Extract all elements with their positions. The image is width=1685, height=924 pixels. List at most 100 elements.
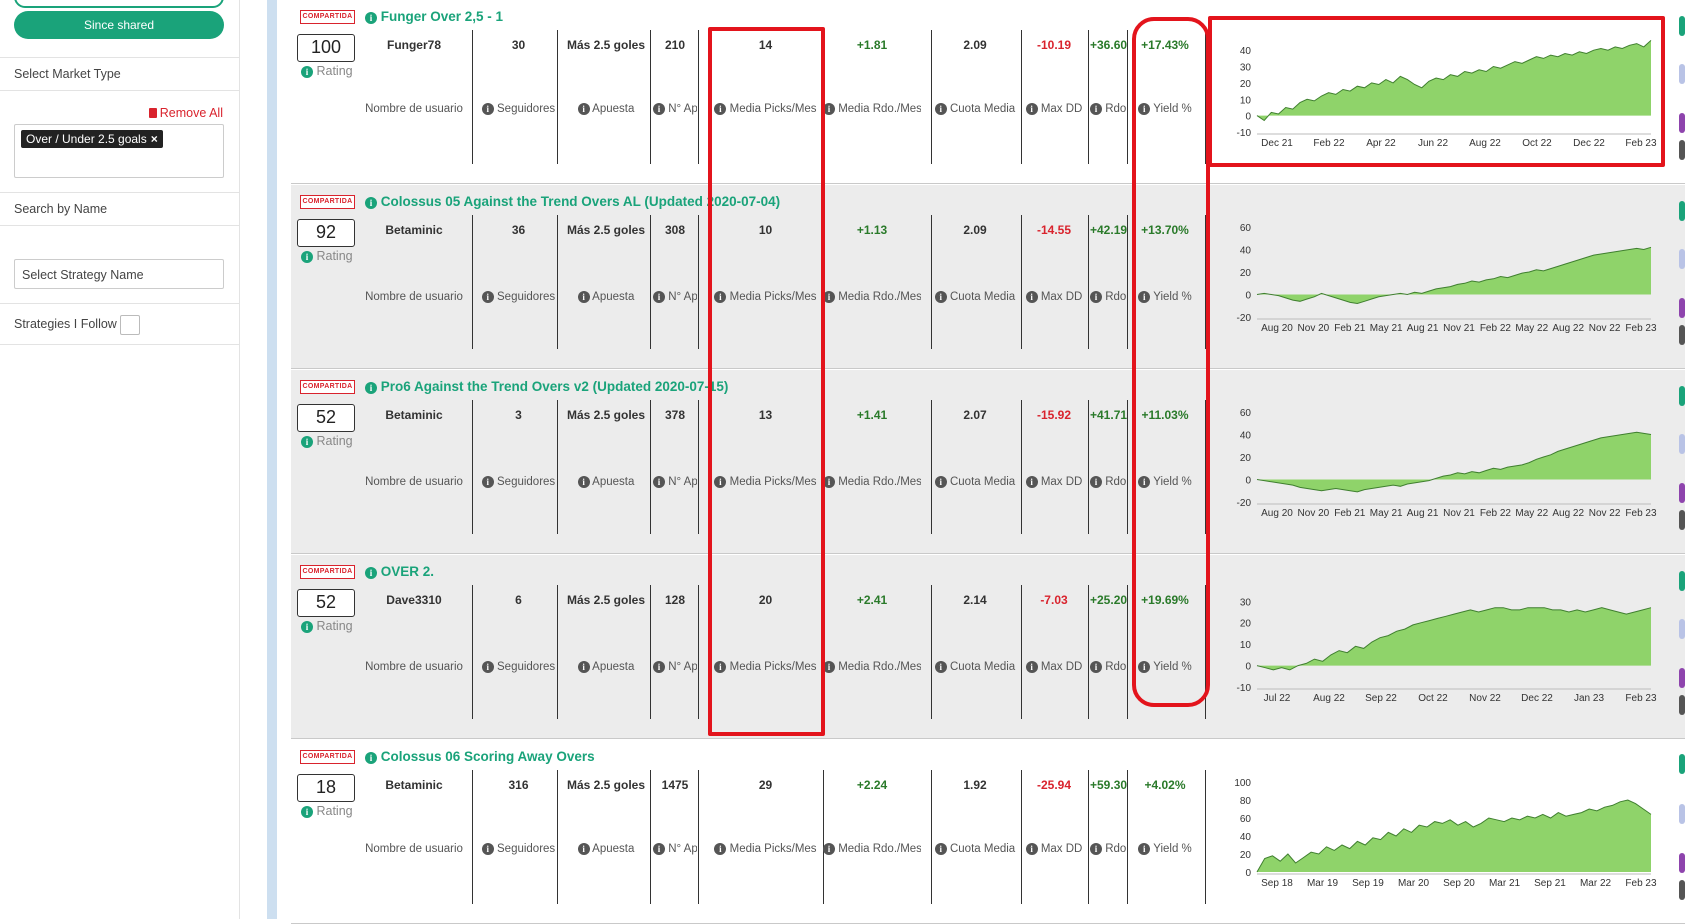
- action-button[interactable]: [1679, 510, 1685, 530]
- action-button[interactable]: [1679, 140, 1685, 160]
- column-label-text: Max DD: [1040, 103, 1083, 115]
- info-icon: i: [653, 291, 665, 303]
- rdo-mes-label: i Media Rdo./Mes: [823, 103, 921, 115]
- x-tick-label: Mar 22: [1580, 878, 1612, 889]
- action-button[interactable]: [1679, 434, 1685, 454]
- rating-value: 92: [297, 219, 355, 247]
- strategy-name-select[interactable]: Select Strategy Name: [14, 259, 224, 289]
- x-tick-label: Sep 18: [1261, 878, 1293, 889]
- row-divider: [291, 553, 1685, 554]
- action-button[interactable]: [1679, 571, 1685, 591]
- y-tick-label: 40: [1240, 246, 1252, 257]
- x-tick-label: Aug 22: [1552, 508, 1584, 519]
- info-icon: i: [301, 66, 313, 78]
- action-button[interactable]: [1679, 483, 1685, 503]
- info-icon: i: [577, 843, 590, 855]
- remove-all-link[interactable]: Remove All: [148, 106, 223, 120]
- action-button[interactable]: [1679, 298, 1685, 318]
- action-button[interactable]: [1679, 880, 1685, 900]
- action-button[interactable]: [1679, 804, 1685, 824]
- info-icon: i: [365, 382, 377, 394]
- y-tick-label: 20: [1240, 619, 1252, 630]
- column-label-text: Nombre de usuario: [365, 476, 463, 488]
- action-button[interactable]: [1679, 16, 1685, 36]
- x-tick-label: May 22: [1515, 323, 1548, 334]
- column-label-text: Max DD: [1040, 843, 1083, 855]
- action-button[interactable]: [1679, 668, 1685, 688]
- close-icon[interactable]: ×: [151, 132, 158, 146]
- rating-value: 52: [297, 589, 355, 617]
- strategy-title-link[interactable]: i Funger Over 2,5 - 1: [365, 9, 503, 24]
- column-label-text: Media Rdo./Mes: [838, 661, 921, 673]
- column-divider: [1127, 770, 1128, 904]
- selected-market-tag[interactable]: Over / Under 2.5 goals ×: [21, 130, 163, 148]
- action-button[interactable]: [1679, 201, 1685, 221]
- cuota-value: 1.92: [963, 778, 987, 792]
- x-tick-label: May 21: [1370, 323, 1403, 334]
- yield-label: i Yield %: [1134, 843, 1196, 855]
- x-tick-label: Nov 22: [1589, 323, 1621, 334]
- yield-label: i Yield %: [1134, 103, 1196, 115]
- x-tick-label: Sep 19: [1352, 878, 1384, 889]
- y-tick-label: 10: [1240, 640, 1252, 651]
- x-tick-label: Aug 20: [1261, 508, 1293, 519]
- action-button[interactable]: [1679, 249, 1685, 269]
- action-button[interactable]: [1679, 619, 1685, 639]
- chart-svg: 30 20 10 0 -10 Jul 22 Aug 22 Sep 22 Oct 22 Nov 22…: [1237, 597, 1657, 704]
- info-icon: i: [934, 843, 947, 855]
- info-icon: i: [1090, 291, 1102, 303]
- chart-svg: 100 80 60 40 20 0 Sep 18 Mar 19 Sep 19 Mar 20 Sep …: [1234, 778, 1657, 889]
- y-tick-label: 0: [1245, 112, 1251, 123]
- x-tick-label: Oct 22: [1522, 138, 1552, 149]
- strategy-title[interactable]: OVER 2.: [381, 564, 434, 579]
- y-tick-label: 20: [1240, 268, 1252, 279]
- strategy-title-link[interactable]: i Colossus 05 Against the Trend Overs AL…: [365, 194, 780, 209]
- x-tick-label: Feb 22: [1313, 138, 1345, 149]
- y-tick-label: 60: [1240, 814, 1252, 825]
- x-tick-label: May 21: [1370, 508, 1403, 519]
- column-label-text: Rdo: [1105, 661, 1126, 673]
- info-icon: i: [714, 291, 727, 303]
- follow-checkbox[interactable]: [120, 315, 140, 335]
- info-icon: i: [481, 661, 494, 673]
- cuota-label: i Cuota Media: [931, 843, 1019, 855]
- since-shared-button[interactable]: Since shared: [14, 11, 224, 39]
- action-button[interactable]: [1679, 113, 1685, 133]
- strategy-title[interactable]: Funger Over 2,5 - 1: [381, 9, 503, 24]
- rating-label-text: Rating: [316, 619, 353, 633]
- x-tick-label: Dec 22: [1573, 138, 1605, 149]
- strategy-title[interactable]: Colossus 06 Scoring Away Overs: [381, 749, 595, 764]
- column-label-text: Yield %: [1153, 476, 1192, 488]
- strategy-title-link[interactable]: i Colossus 06 Scoring Away Overs: [365, 749, 595, 764]
- strategy-title-link[interactable]: i Pro6 Against the Trend Overs v2 (Updat…: [365, 379, 728, 394]
- n-ap-value: 128: [664, 593, 686, 607]
- column-label-text: Max DD: [1040, 291, 1083, 303]
- bet-value: Más 2.5 goles: [566, 38, 646, 52]
- maxdd-label: i Max DD: [1022, 661, 1086, 673]
- strategy-row: COMPARTIDA i OVER 2. 52 i Rating Dave3310 Nom…: [291, 555, 1685, 739]
- strategies-follow-label: Strategies I Follow: [14, 317, 117, 331]
- column-label-text: Media Picks/Mes: [729, 661, 817, 673]
- strategy-title[interactable]: Colossus 05 Against the Trend Overs AL (…: [381, 194, 780, 209]
- column-label-text: Rdo: [1105, 476, 1126, 488]
- user-label: Nombre de usuario: [364, 476, 464, 488]
- x-tick-label: Feb 23: [1625, 323, 1657, 334]
- action-button[interactable]: [1679, 754, 1685, 774]
- market-type-select[interactable]: Over / Under 2.5 goals ×: [14, 124, 224, 178]
- action-button[interactable]: [1679, 64, 1685, 84]
- info-icon: i: [653, 661, 665, 673]
- column-label-text: Media Rdo./Mes: [838, 103, 921, 115]
- x-tick-label: Feb 23: [1625, 508, 1657, 519]
- user-value: Betaminic: [385, 223, 443, 237]
- user-label: Nombre de usuario: [364, 291, 464, 303]
- y-tick-label: 80: [1240, 796, 1252, 807]
- action-button[interactable]: [1679, 325, 1685, 345]
- strategy-title-link[interactable]: i OVER 2.: [365, 564, 434, 579]
- strategy-title[interactable]: Pro6 Against the Trend Overs v2 (Updated…: [381, 379, 729, 394]
- y-tick-label: 0: [1245, 868, 1251, 879]
- top-filter-button[interactable]: [14, 0, 224, 8]
- action-button[interactable]: [1679, 695, 1685, 715]
- action-button[interactable]: [1679, 386, 1685, 406]
- chart-svg: 40 30 20 10 0 -10 Dec 21 Feb 22 Apr 22 Jun 22 Aug …: [1237, 40, 1657, 149]
- action-button[interactable]: [1679, 853, 1685, 873]
